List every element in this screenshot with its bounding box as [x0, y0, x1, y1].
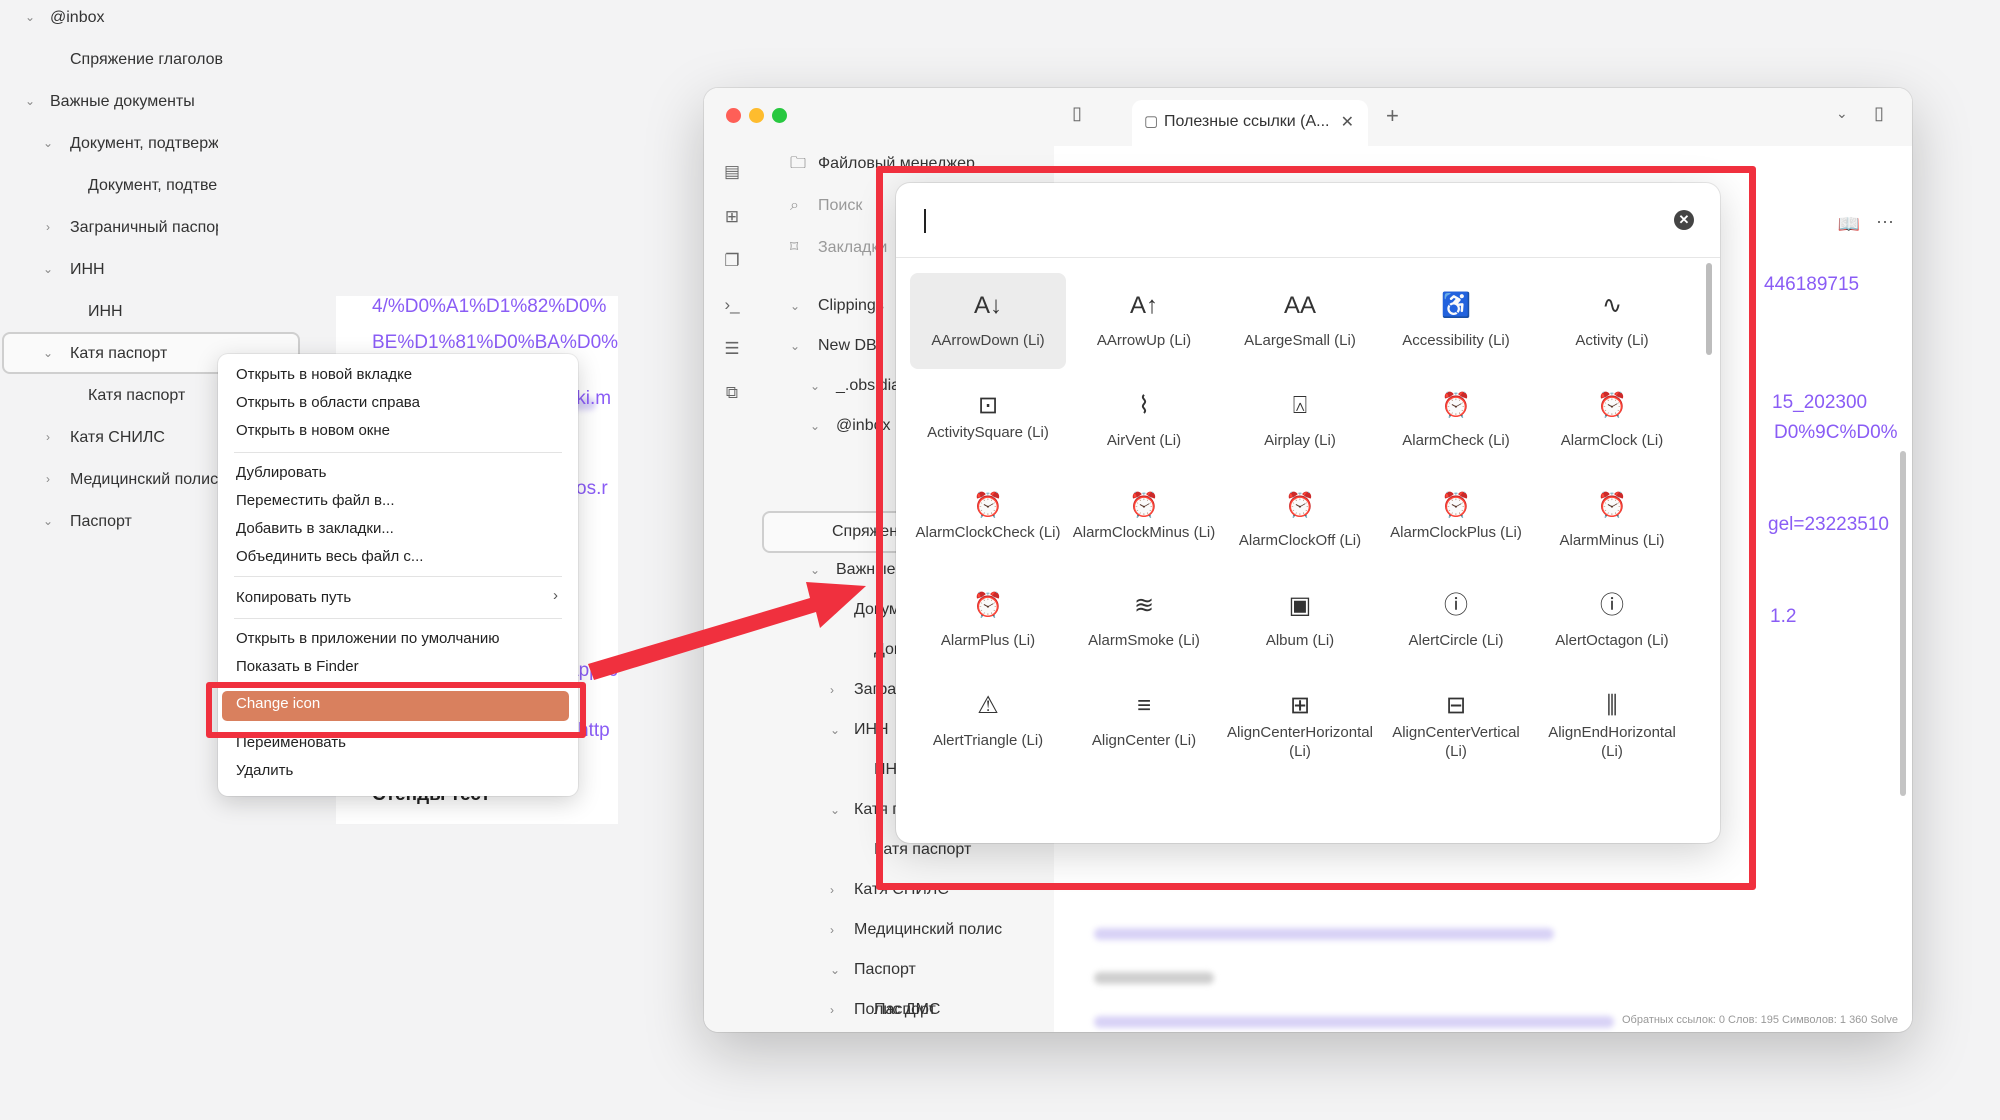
menu-show-in-finder[interactable]: Показать в Finder — [236, 656, 359, 678]
chevron-down-icon[interactable]: ⌄ — [40, 346, 56, 360]
terminal-icon[interactable]: ›_ — [721, 294, 743, 316]
menu-open-right[interactable]: Открыть в области справа — [236, 392, 420, 414]
quick-switcher-icon[interactable]: ▤ — [721, 161, 743, 183]
close-icon[interactable]: ✕ — [1341, 112, 1354, 132]
tree-item[interactable]: Спряжение глаголов — [70, 42, 223, 78]
tree-item[interactable]: Документ, подтверждающий — [88, 168, 218, 204]
reading-view-icon[interactable]: 📖 — [1838, 214, 1860, 235]
outline-icon[interactable]: ☰ — [721, 338, 743, 360]
zoom-window-button[interactable] — [772, 108, 787, 123]
menu-add-bookmark[interactable]: Добавить в закладки... — [236, 518, 394, 540]
chevron-down-icon: ⌄ — [830, 723, 841, 737]
search-label[interactable]: Поиск — [818, 194, 862, 218]
search-icon: ⌕ — [790, 197, 799, 214]
menu-separator — [234, 576, 562, 577]
chevron-right-icon: › — [553, 587, 558, 604]
chevron-down-icon: ⌄ — [790, 339, 801, 353]
chevron-down-icon: ⌄ — [830, 603, 841, 617]
tree-item-medical[interactable]: Медицинский полис — [854, 918, 1002, 942]
menu-delete[interactable]: Удалить — [236, 760, 293, 782]
chevron-right-icon: › — [830, 883, 834, 897]
folder-icon: 🗀 — [790, 155, 807, 172]
chevron-right-icon: › — [830, 923, 834, 937]
menu-duplicate[interactable]: Дублировать — [236, 462, 326, 484]
doc-link[interactable]: BE%D1%81%D0%BA%D0% — [372, 332, 618, 354]
editor-link[interactable]: 1.2 — [1770, 606, 1796, 628]
status-bar: Обратных ссылок: 0 Слов: 195 Символов: 1… — [1621, 1014, 1898, 1026]
more-options-icon[interactable]: ⋯ — [1876, 212, 1894, 233]
chevron-down-icon: ⌄ — [830, 963, 841, 977]
editor-link[interactable]: D0%9C%D0% — [1774, 422, 1898, 444]
menu-separator — [234, 452, 562, 453]
tree-item[interactable]: Катя паспорт — [70, 336, 167, 372]
tree-item-passport[interactable]: Паспорт — [854, 958, 916, 982]
chevron-down-icon: ⌄ — [790, 299, 801, 313]
chevron-down-icon: ⌄ — [810, 563, 821, 577]
canvas-icon[interactable]: ⊞ — [721, 206, 743, 228]
file-icon: ▢ — [1144, 113, 1159, 130]
sidebar-toggle-icon[interactable]: ▯ — [1072, 103, 1082, 124]
editor-scrollbar[interactable] — [1900, 451, 1906, 796]
menu-copy-path[interactable]: Копировать путь — [236, 587, 351, 609]
new-tab-icon[interactable]: + — [1386, 103, 1399, 129]
tree-item[interactable]: Катя СНИЛС — [70, 420, 165, 456]
tree-item[interactable]: Медицинский полис — [70, 462, 218, 498]
editor-link[interactable]: gel=23223510 — [1768, 514, 1889, 536]
minimize-window-button[interactable] — [749, 108, 764, 123]
menu-separator — [234, 618, 562, 619]
menu-open-new-tab[interactable]: Открыть в новой вкладке — [236, 364, 412, 386]
chevron-down-icon[interactable]: ⌄ — [22, 94, 38, 108]
chevron-down-icon[interactable]: ⌄ — [40, 136, 56, 150]
chevron-right-icon: › — [830, 1003, 834, 1017]
stack-icon[interactable]: ⧉ — [721, 382, 743, 404]
left-ribbon: ▤ ⊞ ❐ ›_ ☰ ⧉ — [704, 146, 762, 1032]
copy-icon[interactable]: ❐ — [721, 250, 743, 272]
right-sidebar-toggle-icon[interactable]: ▯ — [1874, 103, 1884, 124]
tree-item[interactable]: Заграничный паспорт — [70, 210, 218, 246]
tab-title: Полезные ссылки (А... — [1164, 113, 1330, 130]
chevron-down-icon: ⌄ — [810, 379, 821, 393]
tree-item[interactable]: @inbox — [50, 0, 105, 36]
tree-item[interactable]: Катя паспорт — [88, 378, 185, 414]
tree-item[interactable]: ИНН — [88, 294, 123, 330]
chevron-down-icon: ⌄ — [810, 419, 821, 433]
chevron-down-icon[interactable]: ⌄ — [1836, 105, 1848, 122]
tree-item[interactable]: Важные документы — [50, 84, 195, 120]
blurred-text — [1094, 972, 1214, 984]
annotation-box-icon-picker — [876, 166, 1756, 890]
tree-item-clippings[interactable]: Clippings — [818, 294, 884, 318]
tree-item[interactable]: Документ, подтверждающий — [70, 126, 218, 162]
titlebar: ▯ ▢ Полезные ссылки (А... ✕ + ⌄ ▯ — [704, 88, 1912, 146]
tree-item[interactable]: ИНН — [70, 252, 105, 288]
menu-open-default-app[interactable]: Открыть в приложении по умолчанию — [236, 628, 500, 650]
blurred-text — [1094, 928, 1554, 940]
menu-move-file[interactable]: Переместить файл в... — [236, 490, 395, 512]
tree-item-dms[interactable]: Полис ДМС — [854, 998, 940, 1022]
editor-link[interactable]: 15_202300 — [1772, 392, 1867, 414]
bookmark-icon: ⌑ — [790, 239, 799, 256]
chevron-right-icon[interactable]: › — [40, 220, 56, 234]
tree-item[interactable]: Паспорт — [70, 504, 132, 540]
chevron-right-icon[interactable]: › — [40, 472, 56, 486]
chevron-right-icon[interactable]: › — [40, 430, 56, 444]
chevron-down-icon[interactable]: ⌄ — [40, 514, 56, 528]
tree-item-new-db[interactable]: New DB — [818, 334, 877, 358]
chevron-down-icon: ⌄ — [830, 803, 841, 817]
blurred-text — [1094, 1016, 1614, 1028]
chevron-down-icon[interactable]: ⌄ — [22, 10, 38, 24]
doc-link[interactable]: os.r — [576, 478, 608, 500]
editor-link[interactable]: 446189715 — [1764, 274, 1859, 296]
tab-useful-links[interactable]: ▢ Полезные ссылки (А... ✕ — [1132, 100, 1368, 146]
menu-merge-file[interactable]: Объединить весь файл с... — [236, 546, 423, 568]
chevron-right-icon: › — [830, 683, 834, 697]
chevron-down-icon[interactable]: ⌄ — [40, 262, 56, 276]
annotation-box-change-icon — [206, 682, 586, 738]
close-window-button[interactable] — [726, 108, 741, 123]
doc-link[interactable]: 4/%D0%A1%D1%82%D0% — [372, 296, 606, 318]
menu-open-new-window[interactable]: Открыть в новом окне — [236, 420, 390, 442]
